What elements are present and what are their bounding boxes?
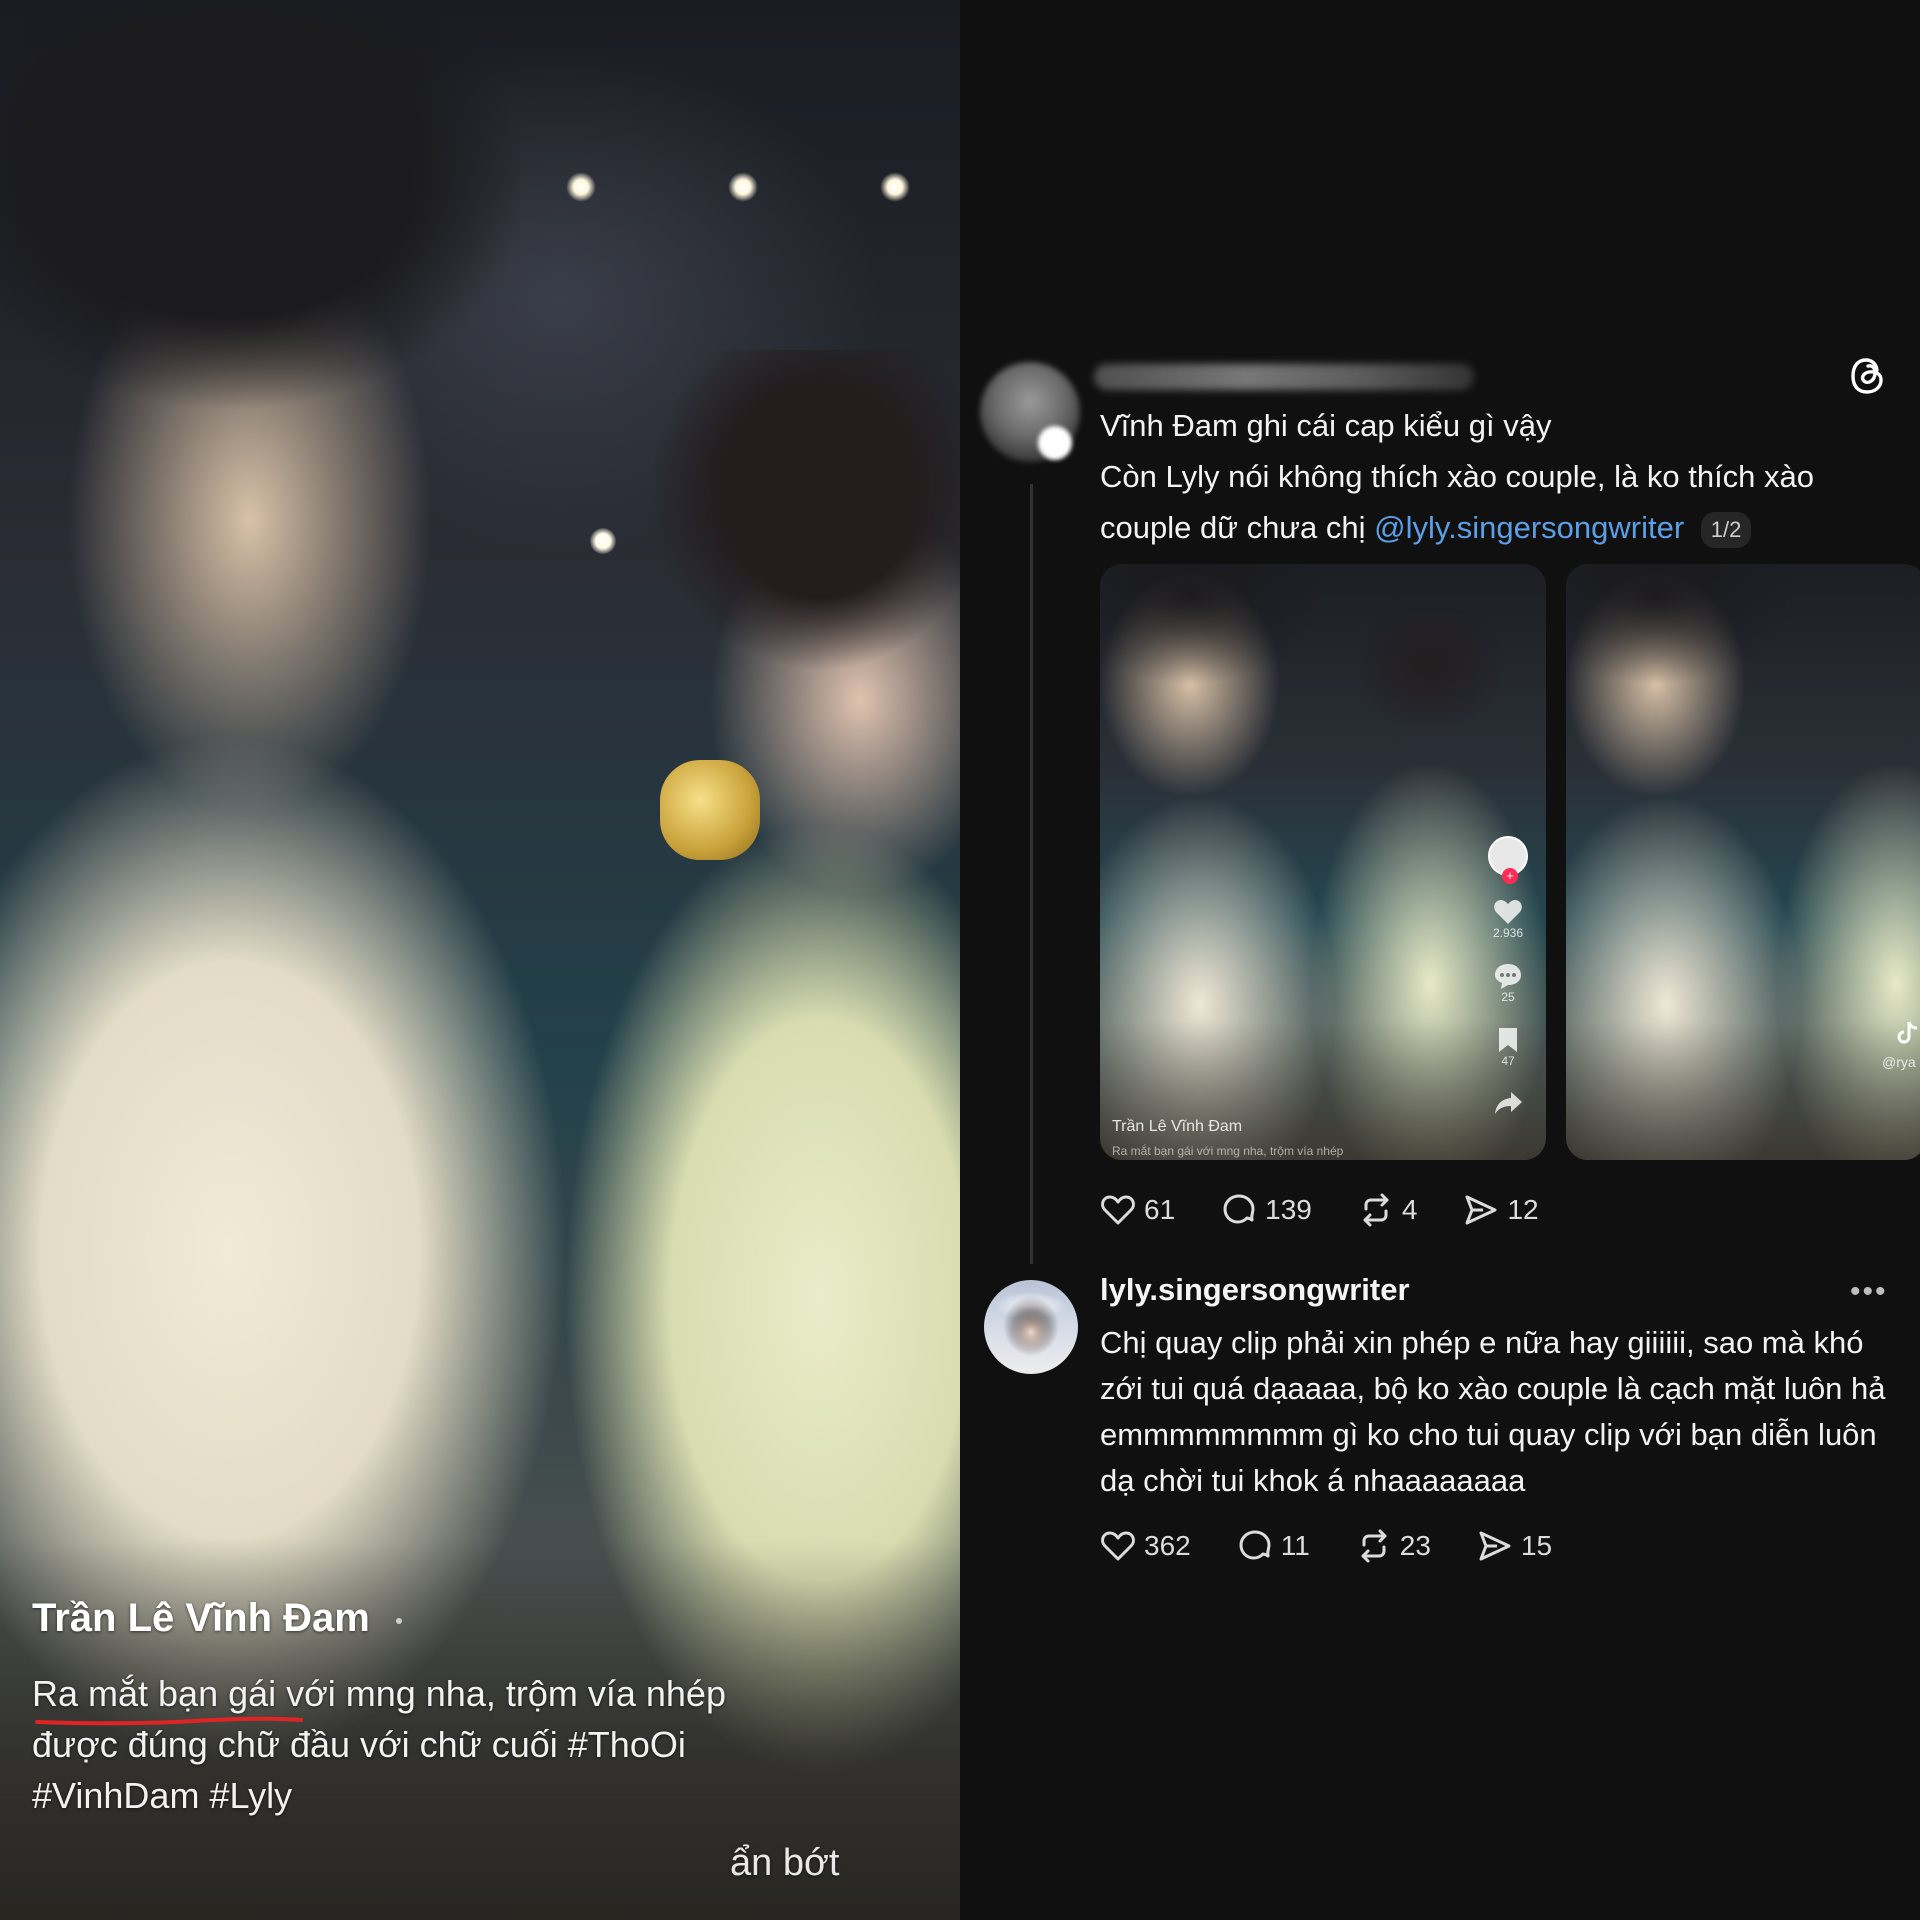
post-action-bar: 61 139 4 12 bbox=[1100, 1190, 1585, 1230]
heart-icon bbox=[1101, 1531, 1135, 1561]
send-icon bbox=[1479, 1531, 1511, 1561]
video-scene-hair bbox=[650, 350, 960, 690]
separator-dot bbox=[396, 1618, 402, 1624]
reply-username[interactable]: lyly.singersongwriter bbox=[1100, 1272, 1410, 1308]
threads-logo-icon[interactable] bbox=[1848, 354, 1888, 398]
share-button[interactable]: 12 bbox=[1463, 1192, 1539, 1228]
blurred-username bbox=[1094, 364, 1474, 390]
repost-button[interactable]: 4 bbox=[1358, 1192, 1418, 1228]
reply-reply-button[interactable]: 11 bbox=[1237, 1528, 1310, 1564]
repost-icon bbox=[1361, 1529, 1387, 1563]
like-count: 61 bbox=[1144, 1194, 1176, 1225]
tiktok-avatar: + bbox=[1488, 836, 1528, 884]
repost-count: 4 bbox=[1401, 1194, 1418, 1225]
share-count: 12 bbox=[1507, 1194, 1539, 1225]
tiktok-comment: 25 bbox=[1488, 962, 1528, 1004]
reply-button[interactable]: 139 bbox=[1221, 1192, 1312, 1228]
heart-icon bbox=[1101, 1195, 1135, 1225]
earring bbox=[660, 760, 760, 860]
reply-like-count: 362 bbox=[1144, 1530, 1191, 1561]
video-author-name[interactable]: Trần Lê Vĩnh Đam bbox=[32, 1596, 370, 1641]
ceiling-light bbox=[880, 172, 910, 202]
send-icon bbox=[1465, 1195, 1497, 1225]
reply-repost-button[interactable]: 23 bbox=[1356, 1528, 1431, 1564]
tiktok-comment-count: 25 bbox=[1501, 990, 1515, 1004]
tiktok-action-rail: + 2.936 25 47 bbox=[1488, 836, 1528, 1116]
reply-share-count: 15 bbox=[1520, 1530, 1553, 1561]
reply-share-button[interactable]: 15 bbox=[1477, 1528, 1552, 1564]
media-scene-hair bbox=[1566, 564, 1786, 684]
ceiling-light bbox=[728, 172, 758, 202]
reply-text: Chị quay clip phải xin phép e nữa hay gi… bbox=[1100, 1325, 1886, 1498]
media-watermark: @rya bbox=[1882, 1054, 1916, 1070]
tiktok-share bbox=[1488, 1090, 1528, 1116]
follow-badge-icon[interactable] bbox=[1038, 426, 1072, 460]
plus-icon: + bbox=[1502, 868, 1518, 884]
media-shade bbox=[1566, 1020, 1920, 1160]
media-author: Trần Lê Vĩnh Đam bbox=[1112, 1118, 1243, 1135]
collapse-caption-button[interactable]: ẩn bớt bbox=[730, 1842, 839, 1885]
tiktok-like: 2.936 bbox=[1488, 898, 1528, 940]
shelf-light bbox=[590, 528, 616, 554]
ceiling-light bbox=[566, 172, 596, 202]
media-shade bbox=[1100, 1020, 1546, 1160]
reply-action-bar: 362 11 23 15 bbox=[1100, 1526, 1598, 1566]
media-caption: Ra mắt bạn gái với mng nha, trộm vía nhé… bbox=[1112, 1144, 1344, 1158]
comment-bubble-icon bbox=[1495, 964, 1521, 989]
reply-bubble-icon bbox=[1239, 1530, 1271, 1560]
more-options-icon[interactable]: ••• bbox=[1850, 1277, 1888, 1307]
reply-reply-count: 11 bbox=[1280, 1530, 1310, 1561]
tiktok-save: 47 bbox=[1488, 1026, 1528, 1068]
video-panel[interactable]: Trần Lê Vĩnh Đam Ra mắt bạn gái với mng … bbox=[0, 0, 960, 1920]
reply-like-button[interactable]: 362 bbox=[1100, 1528, 1191, 1564]
video-scene-hair bbox=[0, 0, 520, 420]
tiktok-save-count: 47 bbox=[1501, 1054, 1515, 1068]
thread-connector-line bbox=[1030, 484, 1033, 1264]
video-caption: Ra mắt bạn gái với mng nha, trộm vía nhé… bbox=[32, 1673, 726, 1816]
reply-bubble-icon bbox=[1223, 1194, 1255, 1224]
mention-link[interactable]: @lyly.singersongwriter bbox=[1374, 510, 1684, 545]
tiktok-note-icon bbox=[1897, 1021, 1918, 1044]
like-button[interactable]: 61 bbox=[1100, 1192, 1175, 1228]
post-media-1[interactable]: + 2.936 25 47 Trần Lê Vĩnh Đam Ra mắt bạ… bbox=[1100, 564, 1546, 1160]
reply-count: 139 bbox=[1265, 1194, 1312, 1225]
media-scene-hair bbox=[1360, 604, 1500, 724]
share-arrow-icon bbox=[1495, 1092, 1522, 1114]
repost-icon bbox=[1363, 1193, 1389, 1227]
post-line-1: Vĩnh Đam ghi cái cap kiểu gì vậy bbox=[1100, 408, 1552, 443]
post-line-2: Còn Lyly nói không thích xào couple, là … bbox=[1100, 451, 1880, 553]
reply-avatar[interactable] bbox=[984, 1280, 1078, 1374]
post-text: Vĩnh Đam ghi cái cap kiểu gì vậy Còn Lyl… bbox=[1100, 400, 1880, 553]
red-underline-annotation bbox=[35, 1716, 303, 1726]
tiktok-like-count: 2.936 bbox=[1492, 926, 1524, 940]
media-scene-hair bbox=[1100, 564, 1320, 684]
heart-icon bbox=[1494, 900, 1522, 924]
reply-repost-count: 23 bbox=[1399, 1530, 1431, 1561]
media-counter-badge: 1/2 bbox=[1700, 511, 1752, 548]
post-media-2[interactable]: @rya bbox=[1566, 564, 1920, 1160]
bookmark-icon bbox=[1499, 1028, 1517, 1052]
